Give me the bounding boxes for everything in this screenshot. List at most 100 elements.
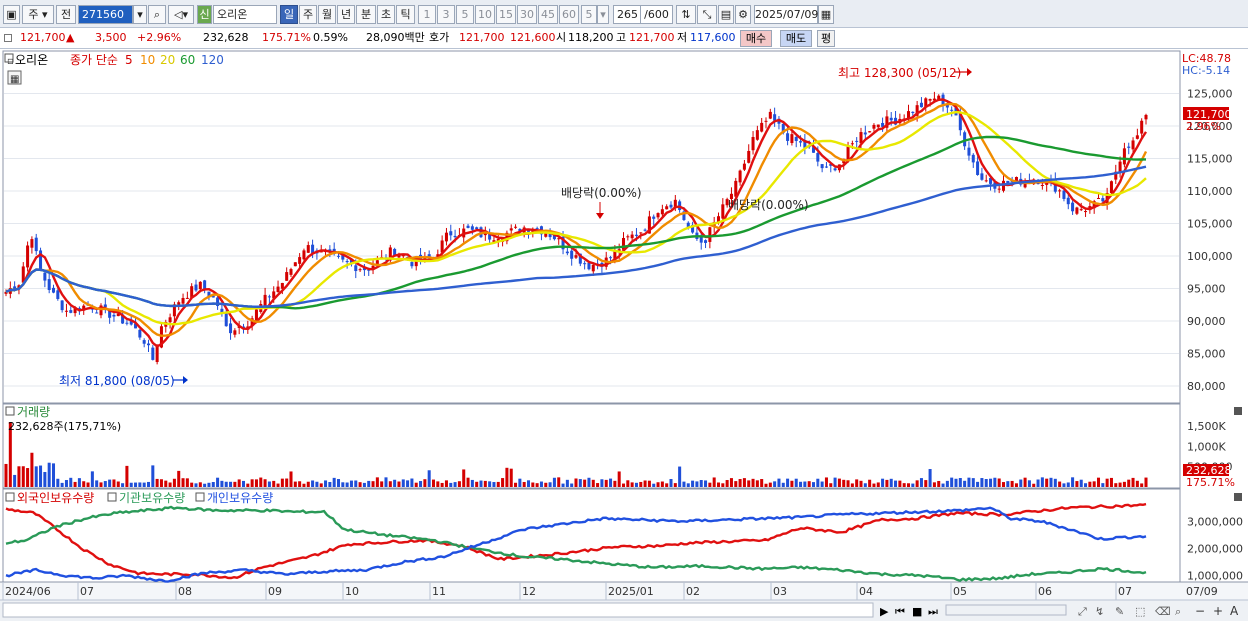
volume-bar bbox=[272, 480, 276, 487]
period-selector[interactable]: 주 ▾ bbox=[22, 5, 54, 24]
volume-panel-close-icon[interactable] bbox=[1234, 407, 1242, 415]
line-tool-icon[interactable]: ↯ bbox=[1095, 605, 1104, 618]
volume-bar bbox=[954, 478, 958, 487]
step-3[interactable]: 3 bbox=[437, 5, 455, 24]
fit-icon[interactable]: ⤢ bbox=[1078, 605, 1087, 618]
tool-icon[interactable]: ⤡ bbox=[697, 5, 717, 24]
calendar-icon[interactable]: ▦ bbox=[818, 5, 834, 24]
draw-tool-icon[interactable]: ✎ bbox=[1115, 605, 1124, 618]
interval-tick[interactable]: 틱 bbox=[396, 5, 415, 24]
holding-panel-close-icon[interactable] bbox=[1234, 493, 1242, 501]
candle-body bbox=[1122, 148, 1126, 165]
date-input[interactable]: 2025/07/09 bbox=[754, 5, 818, 24]
stop-icon[interactable]: ■ bbox=[912, 605, 922, 618]
eval-button[interactable]: 평 bbox=[817, 30, 835, 47]
volume-bar bbox=[574, 478, 578, 487]
holding-tick-label: 3,000,000 bbox=[1187, 515, 1243, 528]
step-5[interactable]: 5 bbox=[456, 5, 474, 24]
volume-bar bbox=[734, 481, 738, 487]
interval-day[interactable]: 일 bbox=[280, 5, 298, 24]
interval-minute[interactable]: 분 bbox=[356, 5, 376, 24]
step-15[interactable]: 15 bbox=[496, 5, 516, 24]
search-zoom-icon[interactable]: ⌕ bbox=[1175, 605, 1181, 618]
volume-bar bbox=[479, 480, 483, 487]
candle-body bbox=[60, 300, 64, 311]
step-value-field[interactable]: 5 bbox=[581, 5, 597, 24]
step-30[interactable]: 30 bbox=[517, 5, 537, 24]
volume-bar bbox=[336, 479, 341, 487]
price-tick-label: 125,000 bbox=[1187, 88, 1233, 101]
buy-button[interactable]: 매수 bbox=[740, 30, 772, 47]
step-forward-icon[interactable]: ⏭ bbox=[928, 605, 938, 618]
volume-bar bbox=[237, 479, 241, 487]
candle-body bbox=[587, 262, 591, 270]
step-dropdown-icon[interactable]: ▾ bbox=[597, 5, 609, 24]
count-input[interactable]: 265 bbox=[613, 5, 641, 24]
volume-bar bbox=[375, 477, 379, 487]
volume-bar bbox=[285, 478, 289, 487]
chart-scrollbar[interactable] bbox=[2, 602, 874, 618]
volume-bar bbox=[794, 478, 798, 487]
step-60[interactable]: 60 bbox=[559, 5, 579, 24]
prev-button[interactable]: 전 bbox=[56, 5, 76, 24]
volume-bar bbox=[716, 482, 721, 487]
step-45[interactable]: 45 bbox=[538, 5, 558, 24]
volume-bar bbox=[341, 482, 345, 487]
gear-icon[interactable]: ⚙ bbox=[735, 5, 751, 24]
x-axis-label: 06 bbox=[1038, 585, 1052, 598]
candle-body bbox=[669, 204, 673, 208]
volume-bar bbox=[47, 462, 51, 487]
stock-code-dropdown-icon[interactable]: ▾ bbox=[133, 5, 147, 24]
step-10[interactable]: 10 bbox=[475, 5, 495, 24]
volume-bar bbox=[673, 483, 677, 487]
volume-bar bbox=[742, 478, 746, 487]
volume-bar bbox=[190, 482, 194, 487]
volume-bar bbox=[578, 479, 582, 487]
interval-week[interactable]: 주 bbox=[299, 5, 317, 24]
font-size-icon[interactable]: A bbox=[1230, 604, 1239, 618]
volume-bar bbox=[39, 465, 43, 487]
chart-settings-icon[interactable]: ▣ bbox=[3, 5, 20, 24]
interval-second[interactable]: 초 bbox=[377, 5, 395, 24]
volume-bar bbox=[557, 477, 561, 487]
volume-bar bbox=[181, 478, 185, 487]
volume-bar bbox=[945, 480, 949, 487]
sound-icon[interactable]: ◁▾ bbox=[168, 5, 194, 24]
legend-stock-name: 오리온 bbox=[15, 53, 48, 67]
interval-month[interactable]: 월 bbox=[318, 5, 336, 24]
interval-year[interactable]: 년 bbox=[337, 5, 355, 24]
volume-bar bbox=[293, 481, 297, 487]
volume-bar bbox=[518, 478, 522, 487]
stock-code-input[interactable]: 271560 bbox=[78, 5, 133, 24]
volume-bar bbox=[824, 477, 828, 487]
volume-bar bbox=[1019, 479, 1023, 487]
volume-bar bbox=[125, 465, 129, 487]
stock-name-field[interactable]: 오리온 bbox=[213, 5, 277, 24]
shape-tool-icon[interactable]: ⬚ bbox=[1135, 605, 1145, 618]
step-1[interactable]: 1 bbox=[418, 5, 436, 24]
candle-body bbox=[984, 180, 988, 182]
candle-body bbox=[833, 168, 837, 171]
sell-button[interactable]: 매도 bbox=[780, 30, 812, 47]
candle-body bbox=[298, 257, 302, 264]
step-back-icon[interactable]: ⏮ bbox=[895, 605, 905, 618]
volume-bar bbox=[211, 482, 215, 487]
candle-body bbox=[626, 236, 630, 238]
erase-tool-icon[interactable]: ⌫ bbox=[1155, 605, 1171, 618]
indicator-icon[interactable]: ⇅ bbox=[676, 5, 696, 24]
volume-bar bbox=[509, 468, 513, 487]
volume-bar bbox=[449, 482, 453, 487]
zoom-out-icon[interactable]: − bbox=[1195, 604, 1205, 618]
save-icon[interactable]: ▤ bbox=[718, 5, 734, 24]
volume-bar bbox=[367, 480, 371, 487]
volume-bar bbox=[1118, 482, 1122, 487]
price-tick-label: 115,000 bbox=[1187, 153, 1233, 166]
candle-body bbox=[146, 343, 151, 346]
x-axis-label: 11 bbox=[432, 585, 446, 598]
candle-body bbox=[267, 296, 271, 298]
volume-bar bbox=[142, 482, 146, 487]
zoom-slider[interactable] bbox=[945, 604, 1067, 616]
search-icon[interactable]: ⌕ bbox=[148, 5, 166, 24]
scroll-right-icon[interactable]: ▶ bbox=[880, 605, 889, 618]
zoom-in-icon[interactable]: + bbox=[1213, 604, 1223, 618]
